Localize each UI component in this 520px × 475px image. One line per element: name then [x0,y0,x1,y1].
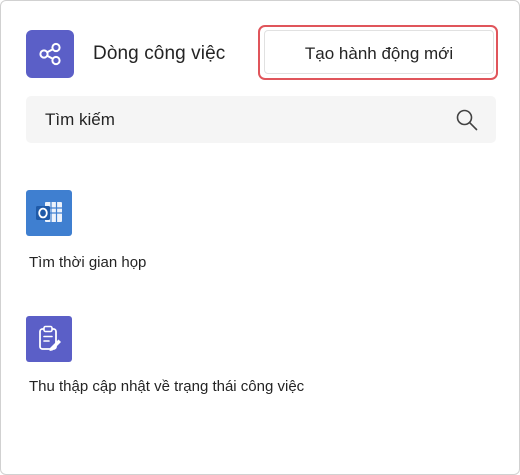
search-icon[interactable] [454,107,480,133]
workflows-panel: Dòng công việc Tạo hành động mới Tìm thờ… [0,0,520,475]
action-label-collect-status-updates[interactable]: Thu thập cập nhật về trạng thái công việ… [29,378,304,395]
action-label-find-meeting-time[interactable]: Tìm thời gian họp [29,254,146,271]
workflows-app-icon [26,30,74,78]
search-input[interactable] [26,95,454,144]
app-title: Dòng công việc [93,43,226,64]
new-action-button[interactable]: Tạo hành động mới [264,30,494,74]
clipboard-edit-icon[interactable] [26,316,72,362]
outlook-calendar-icon[interactable] [26,190,72,236]
share-nodes-icon [39,42,61,66]
search-box[interactable] [26,95,496,144]
